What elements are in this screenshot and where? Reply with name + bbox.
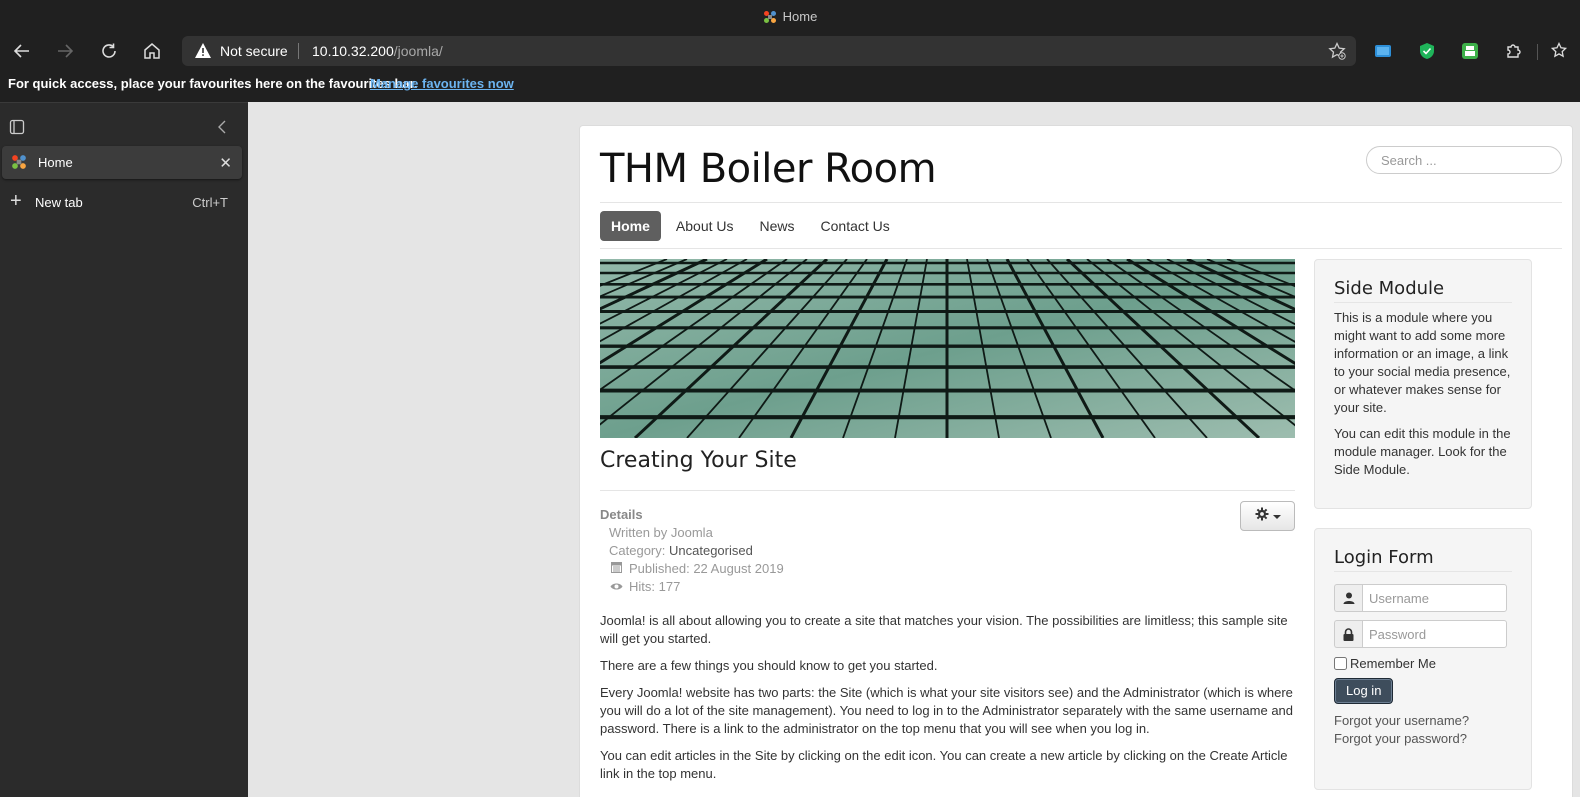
header-divider bbox=[600, 202, 1562, 203]
forward-icon bbox=[58, 44, 74, 58]
url-host: 10.10.32.200 bbox=[312, 43, 394, 59]
warning-icon[interactable] bbox=[194, 42, 212, 64]
joomla-favicon-icon bbox=[11, 154, 27, 175]
password-input[interactable] bbox=[1362, 620, 1507, 648]
favourite-add-icon[interactable] bbox=[1328, 41, 1346, 65]
forward-button[interactable] bbox=[50, 36, 80, 66]
eye-icon bbox=[609, 578, 623, 596]
address-bar[interactable]: Not secure 10.10.32.200/joomla/ bbox=[182, 36, 1356, 66]
refresh-button[interactable] bbox=[94, 36, 124, 66]
nav-item-contact-us[interactable]: Contact Us bbox=[810, 211, 901, 241]
article-paragraph: You can edit articles in the Site by cli… bbox=[600, 748, 1288, 781]
puzzle-icon[interactable] bbox=[1504, 41, 1524, 61]
nav-divider bbox=[600, 248, 1562, 249]
address-separator bbox=[298, 43, 299, 59]
tab-actions-icon[interactable] bbox=[9, 119, 25, 140]
forgot-password-link[interactable]: Forgot your password? bbox=[1334, 730, 1512, 748]
joomla-favicon-icon bbox=[763, 10, 777, 27]
favourites-bar: For quick access, place your favourites … bbox=[0, 68, 1580, 100]
article-category: Category: Uncategorised bbox=[600, 542, 784, 560]
plus-icon: + bbox=[10, 190, 22, 212]
site-brand[interactable]: THM Boiler Room bbox=[600, 146, 937, 192]
new-tab-shortcut: Ctrl+T bbox=[192, 195, 228, 210]
window-title-text: Home bbox=[782, 9, 818, 24]
main-nav: Home About Us News Contact Us bbox=[600, 211, 905, 241]
login-module: Login Form Remember Me Log in Forgot you… bbox=[1314, 528, 1532, 790]
new-tab-button[interactable]: + New tab Ctrl+T bbox=[0, 191, 248, 215]
article: Creating Your Site Details Written by Jo… bbox=[600, 448, 1295, 781]
new-tab-label: New tab bbox=[35, 195, 83, 210]
side-module-text: You can edit this module in the module m… bbox=[1334, 426, 1511, 477]
remember-me-checkbox[interactable] bbox=[1334, 657, 1347, 670]
calendar-icon bbox=[609, 560, 623, 578]
article-paragraph: Every Joomla! website has two parts: the… bbox=[600, 685, 1294, 736]
window-title: Home bbox=[0, 9, 1580, 27]
favourites-message: For quick access, place your favourites … bbox=[8, 76, 418, 91]
title-bar: Home bbox=[0, 0, 1580, 34]
category-label: Category: bbox=[609, 543, 666, 558]
category-link[interactable]: Uncategorised bbox=[669, 543, 753, 558]
article-published: Published: 22 August 2019 bbox=[600, 560, 784, 578]
article-tools-button[interactable] bbox=[1240, 501, 1295, 531]
forgot-username-link[interactable]: Forgot your username? bbox=[1334, 712, 1512, 730]
back-icon bbox=[13, 44, 29, 58]
article-body: Joomla! is all about allowing you to cre… bbox=[600, 612, 1295, 792]
article-details: Details Written by Joomla Category: Unca… bbox=[600, 506, 784, 596]
refresh-icon bbox=[102, 43, 116, 58]
web-content: THM Boiler Room Home About Us News Conta… bbox=[248, 102, 1580, 797]
home-button[interactable] bbox=[137, 36, 167, 66]
toolbar-divider bbox=[1537, 44, 1538, 60]
banner-image bbox=[600, 259, 1295, 438]
chevron-down-icon bbox=[1272, 507, 1281, 525]
password-row bbox=[1334, 620, 1512, 648]
printer-icon[interactable] bbox=[1460, 41, 1480, 61]
lock-icon bbox=[1334, 620, 1362, 648]
article-author: Written by Joomla bbox=[609, 525, 713, 540]
url-path: /joomla/ bbox=[393, 43, 443, 59]
security-label[interactable]: Not secure bbox=[220, 43, 288, 59]
close-icon[interactable]: ✕ bbox=[219, 154, 232, 172]
article-hits: Hits: 177 bbox=[600, 578, 784, 596]
username-row bbox=[1334, 584, 1512, 612]
back-button[interactable] bbox=[7, 36, 37, 66]
hits-text: Hits: 177 bbox=[629, 579, 681, 594]
manage-favourites-link[interactable]: Manage favourites now bbox=[370, 76, 514, 91]
tab-label: Home bbox=[38, 155, 73, 170]
search-input[interactable] bbox=[1366, 146, 1562, 174]
username-input[interactable] bbox=[1362, 584, 1507, 612]
tab-home[interactable]: Home ✕ bbox=[2, 146, 242, 179]
side-module: Side Module This is a module where you m… bbox=[1314, 259, 1532, 509]
side-module-title: Side Module bbox=[1334, 278, 1512, 303]
article-divider bbox=[600, 490, 1295, 491]
favourites-icon[interactable] bbox=[1550, 41, 1570, 61]
gear-icon bbox=[1255, 507, 1269, 526]
nav-item-news[interactable]: News bbox=[749, 211, 806, 241]
article-paragraph: There are a few things you should know t… bbox=[600, 658, 938, 673]
extension-icon[interactable] bbox=[1373, 41, 1393, 61]
nav-item-home[interactable]: Home bbox=[600, 211, 661, 241]
login-form-title: Login Form bbox=[1334, 547, 1512, 572]
article-title: Creating Your Site bbox=[600, 448, 797, 473]
collapse-icon[interactable] bbox=[215, 119, 229, 140]
site-container: THM Boiler Room Home About Us News Conta… bbox=[579, 125, 1573, 797]
nav-item-about-us[interactable]: About Us bbox=[665, 211, 745, 241]
home-icon bbox=[144, 43, 160, 59]
published-text: Published: 22 August 2019 bbox=[629, 561, 784, 576]
shield-icon[interactable] bbox=[1417, 41, 1437, 61]
article-paragraph: Joomla! is all about allowing you to cre… bbox=[600, 613, 1288, 646]
remember-me-label: Remember Me bbox=[1350, 656, 1436, 671]
remember-me[interactable]: Remember Me bbox=[1334, 656, 1512, 671]
user-icon bbox=[1334, 584, 1362, 612]
vertical-tabs-sidebar: Home ✕ + New tab Ctrl+T bbox=[0, 102, 248, 797]
login-button[interactable]: Log in bbox=[1334, 678, 1394, 704]
sidebar-header bbox=[0, 103, 248, 149]
browser-toolbar: Not secure 10.10.32.200/joomla/ bbox=[0, 34, 1580, 68]
side-module-text: This is a module where you might want to… bbox=[1334, 310, 1511, 415]
url-text[interactable]: 10.10.32.200/joomla/ bbox=[312, 43, 443, 59]
details-heading: Details bbox=[600, 507, 643, 522]
